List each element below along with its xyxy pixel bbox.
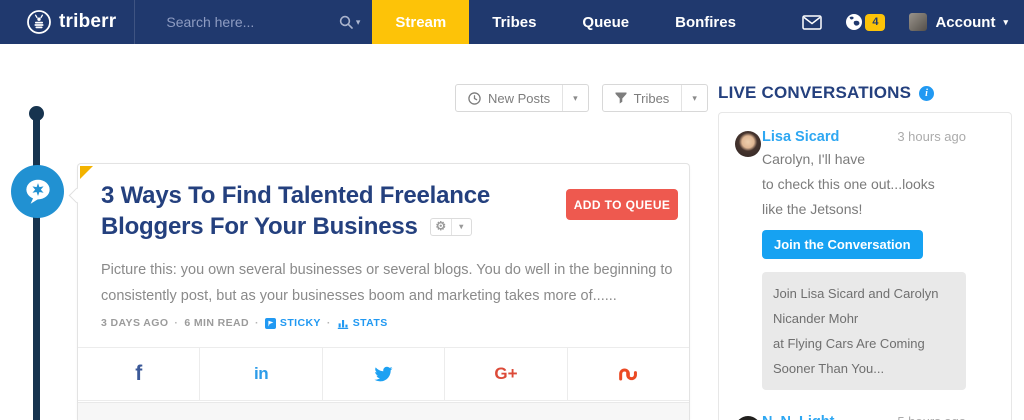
speech-bubble-star-icon [25,179,50,204]
meta-separator [168,317,184,329]
user-avatar[interactable] [735,131,761,157]
sticky-link[interactable]: STICKY [264,317,321,329]
post-read-time: 6 MIN READ [184,317,250,329]
tab-stream[interactable]: Stream [372,0,470,44]
clock-icon [468,91,481,105]
google-plus-icon: G+ [494,364,518,383]
meta-separator [321,317,337,329]
brand-name: triberr [59,11,117,32]
search-controls[interactable]: ▾ [339,15,361,29]
share-stumbleupon-button[interactable] [568,348,689,400]
join-conversation-button[interactable]: Join the Conversation [762,230,923,259]
stream-timeline-badge [11,165,64,218]
conversation-user-name[interactable]: N. N. Light [762,414,835,420]
post-options-group: ⚙ ▾ [429,217,472,236]
live-conversations-heading: LIVE CONVERSATIONS i [718,83,935,103]
message-line: Carolyn, I'll have [762,151,866,167]
search-input[interactable] [135,14,306,30]
conversation-timestamp: 5 hours ago [897,414,966,420]
conversation-message: Carolyn, I'll have to check this one out… [762,147,995,222]
post-settings-button[interactable]: ⚙ [431,219,451,235]
funnel-icon [615,92,627,104]
conversation-quote[interactable]: Join Lisa Sicard and Carolyn Nicander Mo… [762,272,966,390]
card-timeline-notch [68,187,85,204]
account-label: Account [935,13,996,31]
envelope-icon [802,14,823,30]
stats-label: STATS [352,317,388,329]
quote-line: Nicander Mohr [773,311,859,326]
add-to-queue-button[interactable]: ADD TO QUEUE [566,189,678,220]
live-conversations-title: LIVE CONVERSATIONS [718,83,912,102]
new-posts-filter: New Posts ▾ [455,84,589,112]
quote-line: Join Lisa Sicard and Carolyn [773,286,939,301]
linkedin-icon: in [254,364,269,383]
message-line: like the Jetsons! [762,201,863,217]
search-caret-icon: ▾ [355,16,361,27]
sticky-icon [264,317,276,329]
post-title-line1: 3 Ways To Find Talented Freelance [101,182,491,209]
tab-queue[interactable]: Queue [559,0,652,44]
account-menu[interactable]: Account ▾ [909,13,1008,31]
stats-link[interactable]: STATS [337,317,388,329]
conversation-item: Lisa Sicard 3 hours ago Carolyn, I'll ha… [735,129,995,390]
post-excerpt-line2: consistently post, but as your businesse… [101,288,617,304]
tribes-dropdown-caret[interactable]: ▾ [681,85,707,111]
new-posts-label: New Posts [488,90,551,106]
share-bar: f in G+ [78,347,689,401]
post-excerpt: Picture this: you own several businesses… [101,257,672,309]
post-title-line2: Bloggers For Your Business [101,213,418,240]
share-googleplus-button[interactable]: G+ [445,348,568,400]
brand-logo[interactable]: triberr [0,0,134,44]
conversation-user-name[interactable]: Lisa Sicard [762,129,839,145]
meta-separator [249,317,265,329]
message-line: to check this one out...looks [762,176,935,192]
triberr-bee-icon [27,10,51,34]
conversation-timestamp: 3 hours ago [897,129,966,144]
new-posts-dropdown-caret[interactable]: ▾ [562,85,588,111]
navbar-right: 4 Account ▾ [802,0,1024,44]
tribes-filter-label: Tribes [633,90,670,106]
account-caret-icon: ▾ [1003,16,1008,27]
triberr-app: triberr ▾ Stream Tribes Queue Bonfires [0,0,1024,420]
post-options-caret[interactable]: ▾ [450,218,471,235]
notifications-button[interactable]: 4 [846,13,886,31]
search-box: ▾ [134,0,372,44]
bar-chart-icon [337,319,348,329]
stumbleupon-icon [619,368,638,381]
twitter-icon [374,366,393,382]
post-card: 3 Ways To Find Talented Freelance Blogge… [68,163,690,420]
post-comment-area [78,402,689,420]
facebook-icon: f [135,362,143,385]
sticky-corner-marker [80,166,93,179]
post-age: 3 DAYS AGO [101,317,169,329]
stream-timeline-line [33,112,40,420]
quote-line: at Flying Cars Are Coming [773,336,925,351]
tribes-filter-button[interactable]: Tribes [603,85,682,111]
conversation-item: N. N. Light 5 hours ago Thanks so much f… [735,414,995,420]
account-avatar [909,13,928,31]
globe-icon [846,14,863,30]
share-twitter-button[interactable] [323,348,446,400]
share-facebook-button[interactable]: f [78,348,201,400]
share-linkedin-button[interactable]: in [200,348,323,400]
stream-timeline-cap [29,106,44,121]
live-conversations-panel: Lisa Sicard 3 hours ago Carolyn, I'll ha… [718,112,1012,420]
tab-tribes[interactable]: Tribes [469,0,559,44]
quote-line: Sooner Than You... [773,361,885,376]
tab-bonfires[interactable]: Bonfires [652,0,759,44]
stream-filters: New Posts ▾ Tribes ▾ [455,84,708,112]
notification-count-badge: 4 [865,13,886,31]
top-navbar: triberr ▾ Stream Tribes Queue Bonfires [0,0,1024,44]
primary-nav: Stream Tribes Queue Bonfires [372,0,759,44]
user-avatar[interactable] [735,416,761,420]
post-excerpt-line1: Picture this: you own several businesses… [101,262,673,278]
tribes-filter: Tribes ▾ [601,84,708,112]
post-title[interactable]: 3 Ways To Find Talented Freelance Blogge… [101,180,490,242]
search-icon [339,15,353,29]
new-posts-button[interactable]: New Posts [456,85,562,111]
post-meta: 3 DAYS AGO 6 MIN READ STICKY STATS [101,317,388,329]
messages-button[interactable] [802,14,823,30]
sticky-label: STICKY [279,317,321,329]
info-icon[interactable]: i [919,85,935,101]
